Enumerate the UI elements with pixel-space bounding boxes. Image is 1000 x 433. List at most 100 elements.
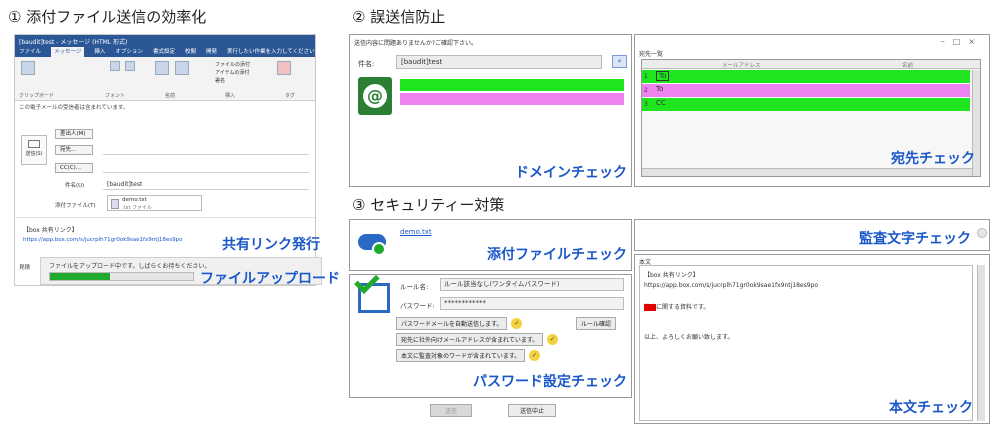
table-row[interactable]: 2 To [642, 84, 970, 97]
font-bold-icon[interactable] [110, 61, 120, 71]
group-clipboard: クリップボード [19, 93, 55, 99]
cancel-send-button[interactable]: 送信中止 [508, 404, 556, 417]
label-audit-word-check: 監査文字チェック [859, 231, 971, 247]
send-button[interactable]: 送信 [430, 404, 472, 417]
tab-message[interactable]: メッセージ [51, 47, 85, 57]
attach-file-item[interactable]: ファイルの添付 [215, 61, 250, 68]
audit-word-check: 本文に監査対象のワードが含まれています。 [396, 349, 526, 362]
label-password-check: パスワード設定チェック [473, 374, 627, 390]
domain-row-2 [400, 93, 624, 105]
attachment-meta: .txt ファイル [122, 205, 153, 211]
dialog-title: 送信内容に問題ありませんか?ご確認下さい。 [354, 40, 478, 47]
file-icon [111, 199, 119, 209]
table-row[interactable]: 3 CC [642, 98, 970, 111]
recipient-type: To [656, 71, 670, 81]
group-tags: タグ [285, 93, 296, 99]
info-bar: この電子メールの受信者は含まれています。 [19, 105, 129, 111]
label-recipient-check: 宛先チェック [891, 151, 975, 167]
highlighted-audit-word: 機密 [644, 304, 657, 311]
to-button[interactable]: 宛先... [55, 145, 93, 155]
toggle-icon[interactable] [977, 228, 987, 238]
label-share-link: 共有リンク発行 [222, 237, 320, 253]
body-line-3: 機密に関する資料です。 [644, 304, 710, 311]
flag-icon[interactable] [277, 61, 291, 75]
attachment-chip[interactable]: demo.txt .txt ファイル [107, 195, 202, 211]
collapse-icon[interactable]: « [612, 55, 627, 68]
subject-label: 件名(U) [65, 183, 85, 189]
audit-word-check-panel: 監査文字チェック [634, 219, 990, 251]
attachment-link[interactable]: demo.txt [400, 228, 432, 236]
column-name: 名前 [902, 63, 914, 69]
body-line-4: 以上、よろしくお願い致します。 [644, 334, 734, 341]
tab-format[interactable]: 書式設定 [153, 47, 175, 57]
auto-send-check: パスワードメールを自動送信します。 [396, 317, 508, 330]
upload-message: ファイルをアップロード中です。しばらくお待ちください。 [49, 263, 211, 270]
domain-check-panel: 送信内容に問題ありませんか?ご確認下さい。 件名: [baudit]test «… [349, 34, 632, 187]
label-file-upload: ファイルアップロード [200, 271, 340, 287]
from-button[interactable]: 差出人(M) [55, 129, 93, 139]
rule-name-field[interactable]: ルール該当なし(ワンタイムパスワード) [440, 278, 624, 291]
check-icon: ✓ [547, 334, 559, 345]
table-row[interactable]: 1 To [642, 70, 970, 83]
address-book-icon[interactable] [155, 61, 169, 75]
ribbon-tabs: ファイル メッセージ 挿入 オプション 書式設定 校閲 開発 実行したい作業を入… [15, 47, 315, 57]
label-attachment-check: 添付ファイルチェック [487, 247, 627, 263]
attach-item-item[interactable]: アイテムの添付 [215, 69, 250, 76]
paste-icon[interactable] [21, 61, 35, 75]
vertical-scrollbar[interactable] [977, 265, 985, 421]
attachment-check-panel: demo.txt 添付ファイルチェック [349, 219, 632, 271]
attachment-name: demo.txt [122, 197, 147, 203]
table-header: メールアドレス 名前 [642, 60, 980, 69]
font-italic-icon[interactable] [125, 61, 135, 71]
recipient-type: CC [656, 99, 666, 107]
subject-label: 件名: [358, 60, 375, 68]
tab-insert[interactable]: 挿入 [94, 47, 105, 57]
upload-progress-bar [49, 272, 194, 281]
label-body-check: 本文チェック [889, 400, 973, 416]
tab-review[interactable]: 校閲 [185, 47, 196, 57]
body-side-label: 見積 [19, 265, 31, 271]
section-title-security: ③ セキュリティー対策 [352, 196, 505, 214]
body-line-2: https://app.box.com/s/jucrplh71gr0ok9sae… [644, 282, 819, 289]
check-icon: ✓ [511, 318, 523, 329]
body-line-1: 【box 共有リンク】 [644, 272, 699, 279]
tab-developer[interactable]: 開発 [206, 47, 217, 57]
body-link[interactable]: https://app.box.com/s/jucrplh71gr0ok9sae… [23, 237, 223, 243]
password-label: パスワード: [400, 302, 435, 310]
recipient-list-header: 宛先一覧 [639, 51, 664, 58]
column-email: メールアドレス [722, 63, 761, 69]
group-insert: 挿入 [225, 93, 236, 99]
label-domain-check: ドメインチェック [515, 165, 627, 181]
cc-button[interactable]: CC(C)... [55, 163, 93, 173]
send-button[interactable]: 送信(S) [21, 135, 47, 165]
horizontal-scrollbar[interactable] [642, 168, 972, 176]
body-check-panel: 本文 【box 共有リンク】 https://app.box.com/s/juc… [634, 254, 990, 424]
recipient-check-panel: –□× 宛先一覧 メールアドレス 名前 1 To 2 To 3 CC 宛先チェッ… [634, 34, 990, 187]
attachment-label: 添付ファイル(T) [55, 203, 96, 209]
section-title-misdelivery: ② 誤送信防止 [352, 8, 446, 26]
signature-item[interactable]: 署名 [215, 77, 225, 84]
subject-input[interactable]: [baudit]test [107, 181, 142, 188]
password-field[interactable]: ************ [440, 297, 624, 310]
checkbox-icon [354, 268, 390, 313]
cloud-link-icon [358, 228, 390, 258]
password-check-panel: ルール名: ルール該当なし(ワンタイムパスワード) パスワード: *******… [349, 268, 632, 398]
tell-me-search[interactable]: 実行したい作業を入力してください [227, 47, 315, 57]
external-address-check: 宛先に社外向けメールアドレスが含まれています。 [396, 333, 544, 346]
group-font: フォント [105, 93, 126, 99]
rule-confirm-button[interactable]: ルール確認 [576, 317, 617, 330]
rule-name-label: ルール名: [400, 283, 429, 291]
recipient-type: To [656, 85, 664, 93]
domain-row-1 [400, 79, 624, 91]
check-icon: ✓ [529, 350, 541, 361]
tab-file[interactable]: ファイル [19, 47, 41, 57]
tab-options[interactable]: オプション [115, 47, 143, 57]
ribbon: ファイルの添付 アイテムの添付 署名 クリップボード フォント 名前 挿入 タグ [15, 57, 315, 101]
subject-field[interactable]: [baudit]test [396, 55, 602, 69]
window-controls[interactable]: –□× [941, 37, 983, 46]
address-book-icon: @ [358, 77, 392, 115]
section-title-attach-efficiency: ① 添付ファイル送信の効率化 [8, 8, 207, 26]
send-label: 送信(S) [25, 151, 43, 157]
check-names-icon[interactable] [175, 61, 189, 75]
body-heading: 【box 共有リンク】 [23, 227, 78, 234]
